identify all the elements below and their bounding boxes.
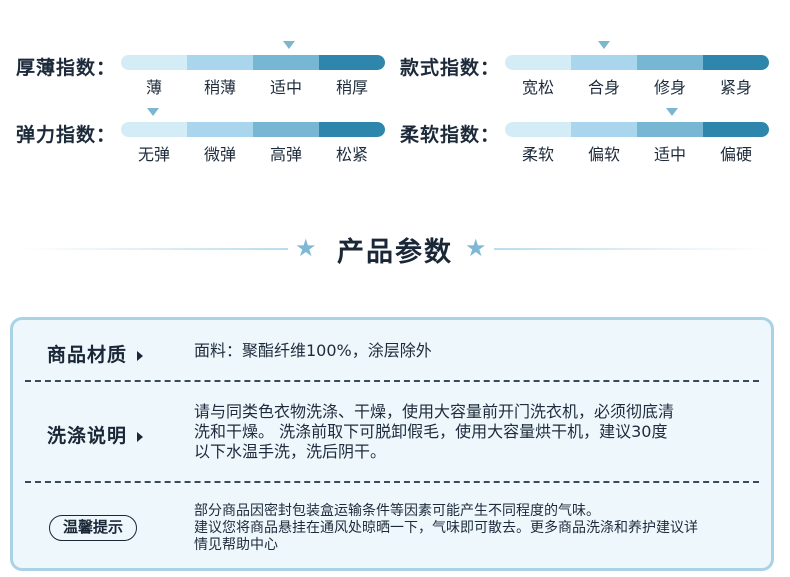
material-value: 面料：聚酯纤维100%，涂层除外 — [194, 341, 432, 360]
divider — [494, 248, 770, 250]
tick-label: 宽松 — [521, 78, 554, 97]
star-icon: ★ — [295, 234, 317, 262]
tick-label: 柔软 — [521, 145, 554, 164]
star-icon: ★ — [465, 234, 487, 262]
text-line: 请与同类色衣物洗涤、干燥，使用大容量前开门洗衣机，必须彻底清 — [194, 402, 675, 421]
divider — [20, 248, 288, 250]
index-bar — [121, 122, 385, 137]
material-label: 商品材质 — [47, 344, 128, 366]
tick-label: 紧身 — [719, 78, 752, 97]
wash-label: 洗涤说明 — [47, 425, 128, 447]
material-row-label: 商品材质 — [47, 340, 144, 367]
tick-label: 偏软 — [587, 145, 620, 164]
index-label: 弹力指数： — [16, 124, 117, 146]
index-marker — [598, 41, 610, 49]
tick-label: 微弹 — [203, 145, 236, 164]
index-marker — [666, 108, 678, 116]
divider — [25, 481, 759, 483]
text-line: 部分商品因密封包装盒运输条件等因素可能产生不同程度的气味。 — [194, 503, 600, 519]
index-label: 款式指数： — [400, 57, 501, 79]
section-title: 产品参数 — [337, 237, 453, 268]
tip-text: 部分商品因密封包装盒运输条件等因素可能产生不同程度的气味。 建议您将商品悬挂在通… — [194, 503, 698, 554]
tick-label: 高弹 — [269, 145, 302, 164]
tick-label: 偏硬 — [719, 145, 752, 164]
index-marker — [283, 41, 295, 49]
tip-badge: 温馨提示 — [49, 515, 137, 541]
tick-label: 稍厚 — [335, 78, 368, 97]
tick-label: 修身 — [653, 78, 686, 97]
wash-row-label: 洗涤说明 — [47, 421, 144, 448]
tick-label: 无弹 — [137, 145, 170, 164]
index-label: 厚薄指数： — [16, 57, 117, 79]
divider — [25, 380, 759, 382]
index-bar — [505, 122, 769, 137]
text-line: 以下水温手洗，洗后阴干。 — [194, 442, 387, 461]
text-line: 洗和干燥。 洗涤前取下可脱卸假毛，使用大容量烘干机，建议30度 — [194, 422, 668, 441]
tick-label: 松紧 — [335, 145, 368, 164]
index-ticks: 薄 稍薄 适中 稍厚 — [121, 74, 385, 98]
index-marker — [147, 108, 159, 116]
tick-label: 薄 — [145, 78, 162, 97]
index-bar — [505, 55, 769, 70]
index-label: 柔软指数： — [400, 124, 501, 146]
text-line: 情见帮助中心 — [194, 537, 278, 553]
index-ticks: 无弹 微弹 高弹 松紧 — [121, 141, 385, 165]
triangle-right-icon — [137, 431, 144, 442]
index-ticks: 宽松 合身 修身 紧身 — [505, 74, 769, 98]
section-header: ★ 产品参数 ★ — [0, 228, 790, 268]
triangle-right-icon — [137, 350, 144, 361]
index-bar — [121, 55, 385, 70]
tick-label: 稍薄 — [203, 78, 236, 97]
text-line: 建议您将商品悬挂在通风处晾晒一下，气味即可散去。更多商品洗涤和养护建议详 — [194, 520, 698, 536]
tick-label: 适中 — [653, 145, 686, 164]
tick-label: 合身 — [587, 78, 620, 97]
wash-instructions: 请与同类色衣物洗涤、干燥，使用大容量前开门洗衣机，必须彻底清 洗和干燥。 洗涤前… — [194, 402, 674, 462]
index-ticks: 柔软 偏软 适中 偏硬 — [505, 141, 769, 165]
tick-label: 适中 — [269, 78, 302, 97]
product-params-card: 商品材质 面料：聚酯纤维100%，涂层除外 洗涤说明 请与同类色衣物洗涤、干燥，… — [10, 317, 774, 571]
